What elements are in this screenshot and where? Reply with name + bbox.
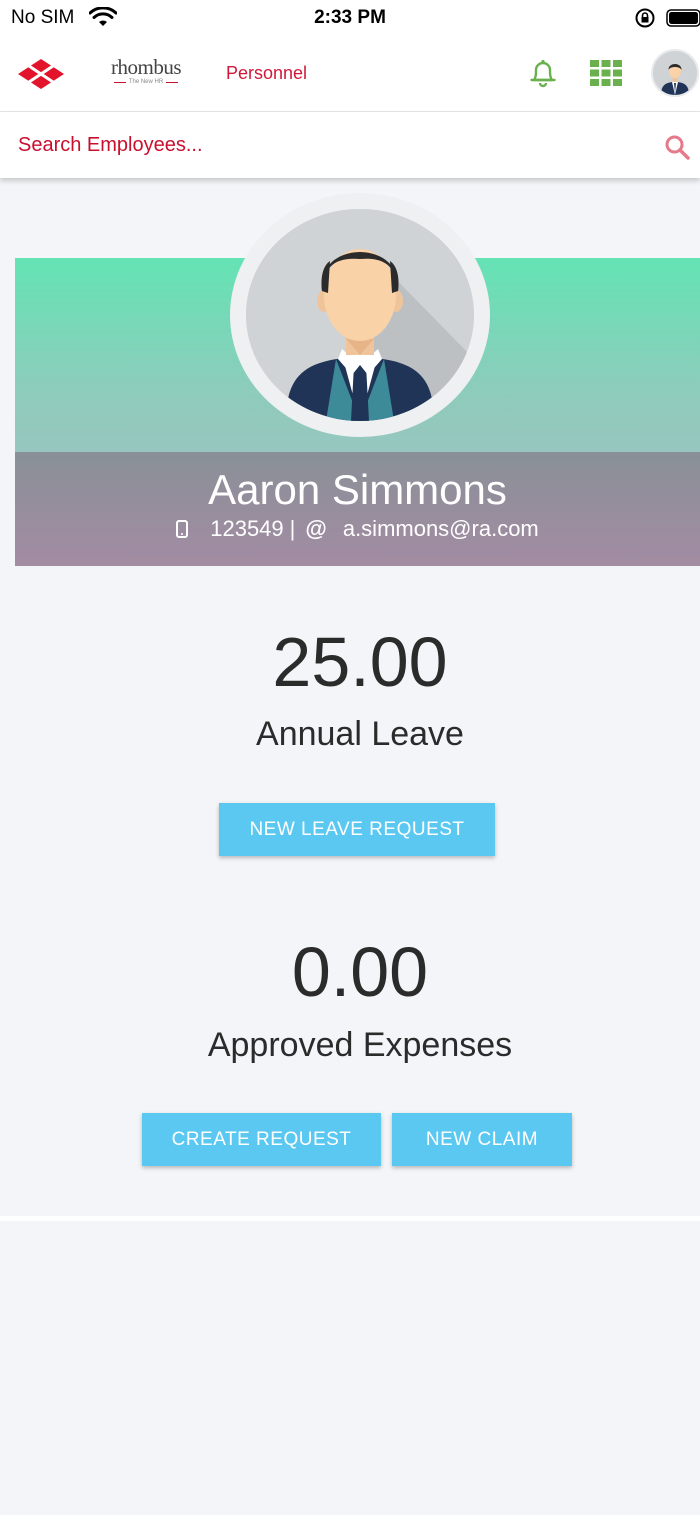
status-time: 2:33 PM xyxy=(314,7,386,28)
profile-photo-image xyxy=(246,209,474,421)
employee-email[interactable]: a.simmons@ra.com xyxy=(343,516,539,542)
employee-phone: 123549 xyxy=(210,516,284,541)
annual-leave-label: Annual Leave xyxy=(256,715,464,753)
bell-icon[interactable] xyxy=(528,57,558,89)
employee-name: Aaron Simmons xyxy=(208,466,507,513)
new-leave-request-button[interactable]: NEW LEAVE REQUEST xyxy=(219,803,495,856)
orientation-lock-icon xyxy=(635,8,655,28)
rhombus-logo-icon[interactable] xyxy=(16,57,66,91)
apps-grid-icon[interactable] xyxy=(590,60,622,86)
search-icon[interactable] xyxy=(663,133,691,161)
approved-expenses-label: Approved Expenses xyxy=(207,1026,513,1064)
brand-name: rhombus xyxy=(111,55,182,79)
battery-icon xyxy=(666,9,700,27)
approved-expenses-value: 0.00 xyxy=(291,933,429,1011)
brand-logo: rhombus The New HR xyxy=(110,56,182,96)
create-request-button[interactable]: CREATE REQUEST xyxy=(142,1113,381,1166)
nav-personnel[interactable]: Personnel xyxy=(226,63,307,84)
new-claim-button[interactable]: NEW CLAIM xyxy=(392,1113,572,1166)
avatar-person-icon xyxy=(653,51,697,95)
employee-contact: 123549 | @ a.simmons@ra.com xyxy=(15,516,700,542)
annual-leave-value: 25.00 xyxy=(272,623,448,701)
app-header: rhombus The New HR Personnel xyxy=(0,38,700,112)
brand-tagline: The New HR xyxy=(110,78,182,86)
at-sign-icon: @ xyxy=(305,516,327,541)
status-bar: No SIM 2:33 PM xyxy=(0,0,700,38)
employee-avatar-icon xyxy=(246,209,474,421)
section-divider xyxy=(0,1216,700,1221)
search-bar xyxy=(0,112,700,178)
search-input[interactable] xyxy=(0,112,650,178)
profile-info: Aaron Simmons 123549 | @ a.simmons@ra.co… xyxy=(15,452,700,566)
contact-separator: | xyxy=(289,516,296,541)
profile-photo xyxy=(230,193,490,437)
user-avatar[interactable] xyxy=(651,49,699,97)
brand-tagline-text: The New HR xyxy=(128,79,164,85)
mobile-phone-icon xyxy=(176,520,189,538)
